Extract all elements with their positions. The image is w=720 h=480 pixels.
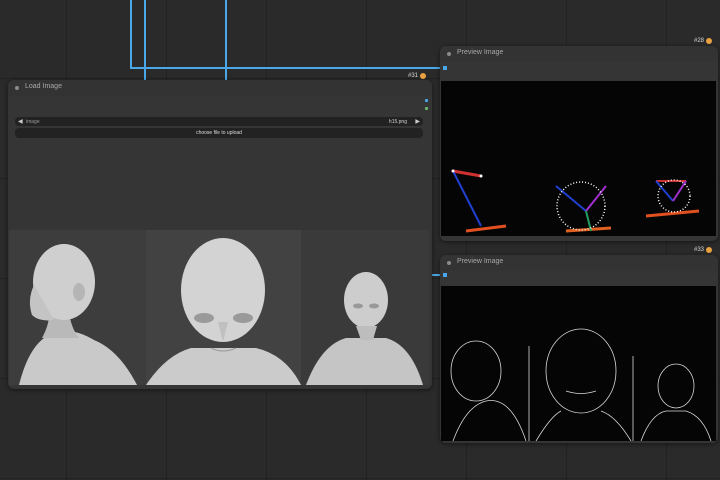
- head-bust-view: [301, 230, 429, 385]
- preview-image-node-top[interactable]: Preview Image: [440, 46, 718, 241]
- image-output-port[interactable]: [425, 99, 428, 102]
- images-input-port[interactable]: [443, 273, 447, 277]
- pose-preview-image: [441, 81, 716, 236]
- loaded-image-preview: [9, 230, 429, 385]
- image-combo-label: image: [26, 119, 40, 125]
- lineart-heads: [450, 328, 712, 441]
- head-front-view: [146, 230, 301, 385]
- node-header[interactable]: Preview Image: [440, 255, 718, 271]
- graph-canvas[interactable]: Load Image ◀ image h15.png ▶ choose file…: [0, 0, 720, 480]
- collapse-dot[interactable]: [447, 52, 451, 56]
- upload-button[interactable]: choose file to upload: [15, 128, 423, 138]
- node-title: Load Image: [25, 83, 62, 90]
- mask-output-port[interactable]: [425, 107, 428, 110]
- upload-button-label: choose file to upload: [196, 130, 242, 136]
- fox-icon: [706, 38, 713, 44]
- wire: [130, 0, 132, 68]
- node-id-badge: #31: [408, 73, 427, 79]
- lineart-preview-image: [441, 286, 716, 441]
- images-input-port[interactable]: [443, 66, 447, 70]
- node-header[interactable]: Load Image: [8, 80, 432, 96]
- fox-icon: [420, 73, 427, 79]
- node-id: #28: [694, 38, 705, 44]
- head-side-view: [9, 230, 146, 385]
- image-combo-value: h15.png: [388, 119, 407, 125]
- openpose-skeleton: [451, 169, 700, 233]
- node-id-badge: #28: [694, 38, 713, 44]
- image-combo-widget[interactable]: ◀ image h15.png ▶: [15, 117, 423, 126]
- load-image-node[interactable]: Load Image ◀ image h15.png ▶ choose file…: [8, 80, 432, 389]
- node-title: Preview Image: [457, 49, 504, 56]
- node-id: #33: [694, 247, 705, 253]
- preview-image-node-bottom[interactable]: Preview Image: [440, 255, 718, 443]
- collapse-dot[interactable]: [447, 261, 451, 265]
- node-id: #31: [408, 73, 419, 79]
- arrow-right-icon[interactable]: ▶: [415, 118, 420, 125]
- wire: [130, 67, 442, 69]
- node-header[interactable]: Preview Image: [440, 46, 718, 62]
- node-title: Preview Image: [457, 258, 504, 265]
- arrow-left-icon[interactable]: ◀: [18, 118, 23, 125]
- collapse-dot[interactable]: [15, 86, 19, 90]
- fox-icon: [706, 247, 713, 253]
- node-id-badge: #33: [694, 247, 713, 253]
